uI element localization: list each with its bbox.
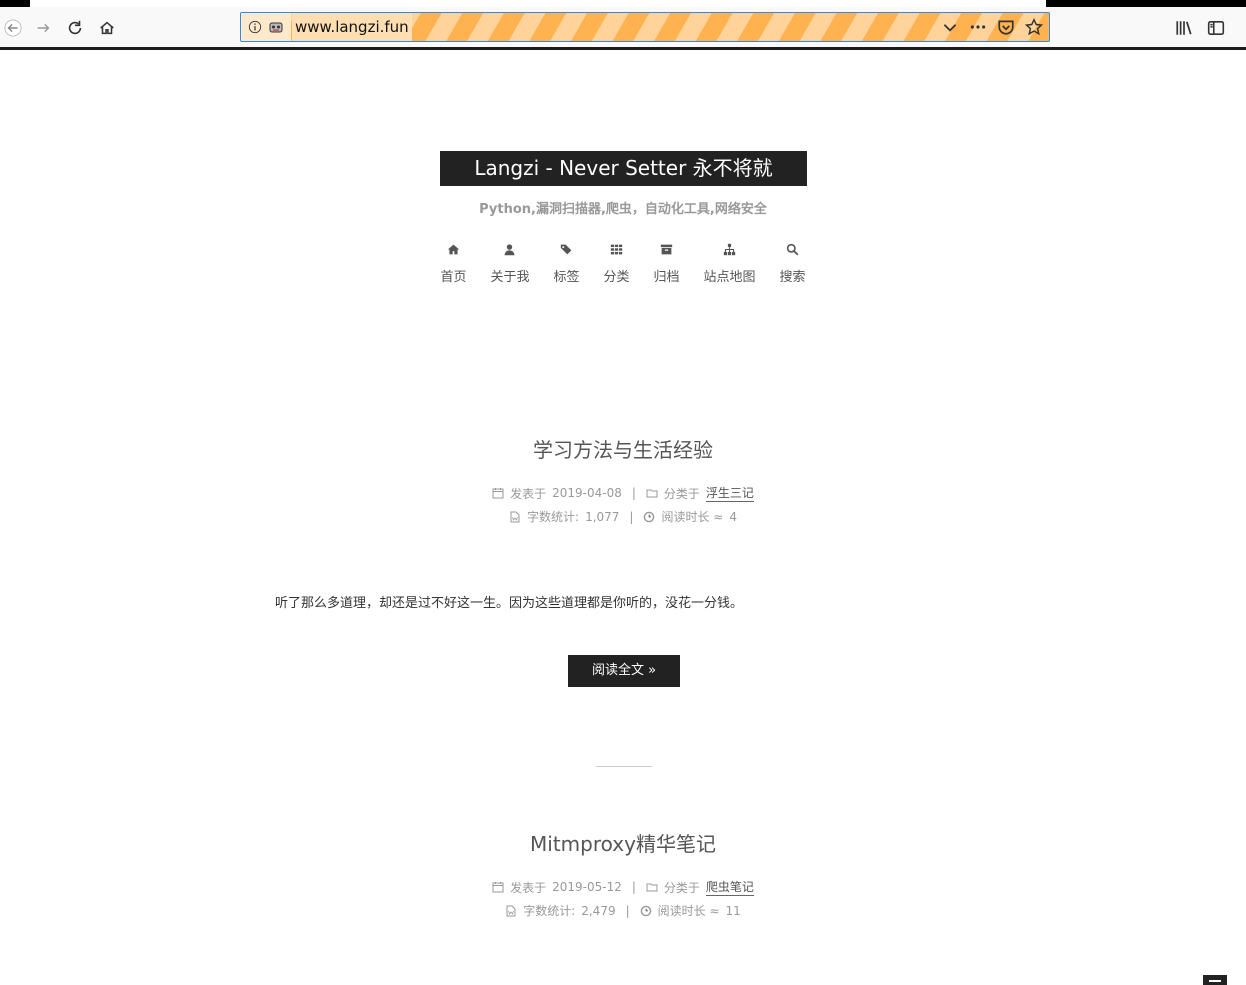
chevron-down-icon[interactable]: [941, 18, 959, 36]
menu-label: 分类: [603, 270, 630, 285]
library-icon: [1176, 21, 1192, 35]
folder-icon: [646, 883, 658, 892]
folder-icon: [646, 489, 658, 498]
sidebar-icon: [1207, 21, 1225, 35]
category-link[interactable]: 爬虫笔记: [705, 878, 754, 896]
sitemap-icon: [723, 243, 736, 256]
menu-item-home[interactable]: 首页: [440, 243, 466, 285]
more-icon[interactable]: [969, 18, 987, 36]
archive-icon: [660, 244, 673, 255]
post-title-link[interactable]: 学习方法与生活经验: [0, 434, 1246, 463]
post-meta: 发表于 2019-04-08 | 分类于 浮生三记: [0, 484, 1246, 502]
back-arrow-icon: [4, 19, 22, 37]
readtime-label: 阅读时长 ≈: [661, 510, 724, 524]
menu-label: 搜索: [779, 270, 806, 285]
pocket-icon[interactable]: [997, 18, 1015, 36]
forward-button[interactable]: [30, 17, 56, 39]
window-top-border: [0, 0, 1246, 7]
user-icon: [505, 244, 515, 256]
readtime-value: 11: [725, 903, 741, 918]
site-identity[interactable]: [241, 13, 291, 41]
wordcount-label: 字数统计:: [527, 510, 580, 524]
posted-label: 发表于: [510, 486, 547, 501]
home-button[interactable]: [94, 17, 120, 39]
url-actions: [941, 13, 1043, 41]
readtime-label: 阅读时长 ≈: [657, 904, 720, 918]
meta-separator: |: [629, 509, 634, 524]
menu-label: 归档: [653, 270, 680, 285]
search-icon: [786, 243, 799, 256]
reload-button[interactable]: [62, 17, 88, 39]
meta-separator: |: [631, 486, 636, 500]
meta-separator: |: [631, 880, 636, 894]
read-more-button[interactable]: 阅读全文 »: [568, 655, 680, 687]
category-label: 分类于: [663, 880, 700, 895]
calendar-icon: [492, 882, 504, 893]
forward-arrow-icon: [37, 23, 50, 33]
file-word-icon: [510, 511, 520, 522]
menu-item-tags[interactable]: 标签: [553, 243, 579, 285]
category-link[interactable]: 浮生三记: [705, 484, 754, 502]
meta-separator: |: [625, 903, 630, 918]
post-date: 2019-05-12: [552, 880, 622, 894]
info-icon: [248, 20, 262, 34]
readtime-value: 4: [729, 509, 737, 524]
posted-label: 发表于: [510, 880, 547, 895]
robot-icon: [269, 22, 283, 33]
main-menu: 首页 关于我 标签 分类 归档 站点地图 搜索: [0, 243, 1246, 285]
url-text[interactable]: www.langzi.fun: [292, 13, 412, 41]
menu-bars-icon: [1209, 980, 1221, 982]
category-label: 分类于: [663, 486, 700, 501]
back-button[interactable]: [0, 17, 26, 39]
post-divider: [596, 766, 652, 767]
reload-icon: [68, 20, 82, 35]
menu-label: 首页: [440, 270, 467, 285]
menu-label: 标签: [553, 270, 580, 285]
browser-toolbar: www.langzi.fun: [0, 7, 1246, 47]
home-icon: [447, 244, 460, 255]
menu-item-sitemap[interactable]: 站点地图: [704, 243, 756, 285]
tags-icon: [560, 244, 572, 255]
wordcount-value: 1,077: [585, 509, 620, 524]
url-bar[interactable]: www.langzi.fun: [240, 12, 1050, 42]
menu-item-categories[interactable]: 分类: [603, 243, 630, 285]
post-title-link[interactable]: Mitmproxy精华笔记: [0, 828, 1246, 857]
wordcount-label: 字数统计:: [523, 904, 576, 918]
post-stats: 字数统计: 2,479 | 阅读时长 ≈ 11: [0, 902, 1246, 919]
menu-item-archives[interactable]: 归档: [654, 243, 680, 285]
file-word-icon: [506, 905, 516, 916]
wordcount-value: 2,479: [581, 903, 616, 918]
menu-item-search[interactable]: 搜索: [780, 243, 806, 285]
post-stats: 字数统计: 1,077 | 阅读时长 ≈ 4: [0, 508, 1246, 525]
calendar-icon: [492, 488, 504, 499]
library-button[interactable]: [1171, 17, 1197, 39]
bookmark-star-icon[interactable]: [1025, 18, 1043, 36]
menu-label: 站点地图: [703, 270, 756, 285]
home-icon: [100, 21, 114, 35]
site-subtitle: Python,漏洞扫描器,爬虫，自动化工具,网络安全: [479, 202, 767, 217]
active-tab-strip[interactable]: [30, 0, 1046, 7]
post-excerpt: 听了那么多道理，却还是过不好这一生。因为这些道理都是你听的，没花一分钱。: [275, 596, 744, 611]
menu-label: 关于我: [490, 270, 530, 285]
clock-icon: [644, 511, 655, 522]
th-icon: [610, 244, 623, 255]
toolbar-border: [0, 47, 1246, 50]
clock-icon: [640, 905, 651, 916]
site-title[interactable]: Langzi - Never Setter 永不将就: [440, 151, 807, 186]
post-date: 2019-04-08: [552, 486, 622, 500]
sidebar-button[interactable]: [1203, 17, 1229, 39]
back-to-top-button[interactable]: [1203, 975, 1227, 985]
menu-item-about[interactable]: 关于我: [490, 243, 529, 285]
post-meta: 发表于 2019-05-12 | 分类于 爬虫笔记: [0, 878, 1246, 896]
